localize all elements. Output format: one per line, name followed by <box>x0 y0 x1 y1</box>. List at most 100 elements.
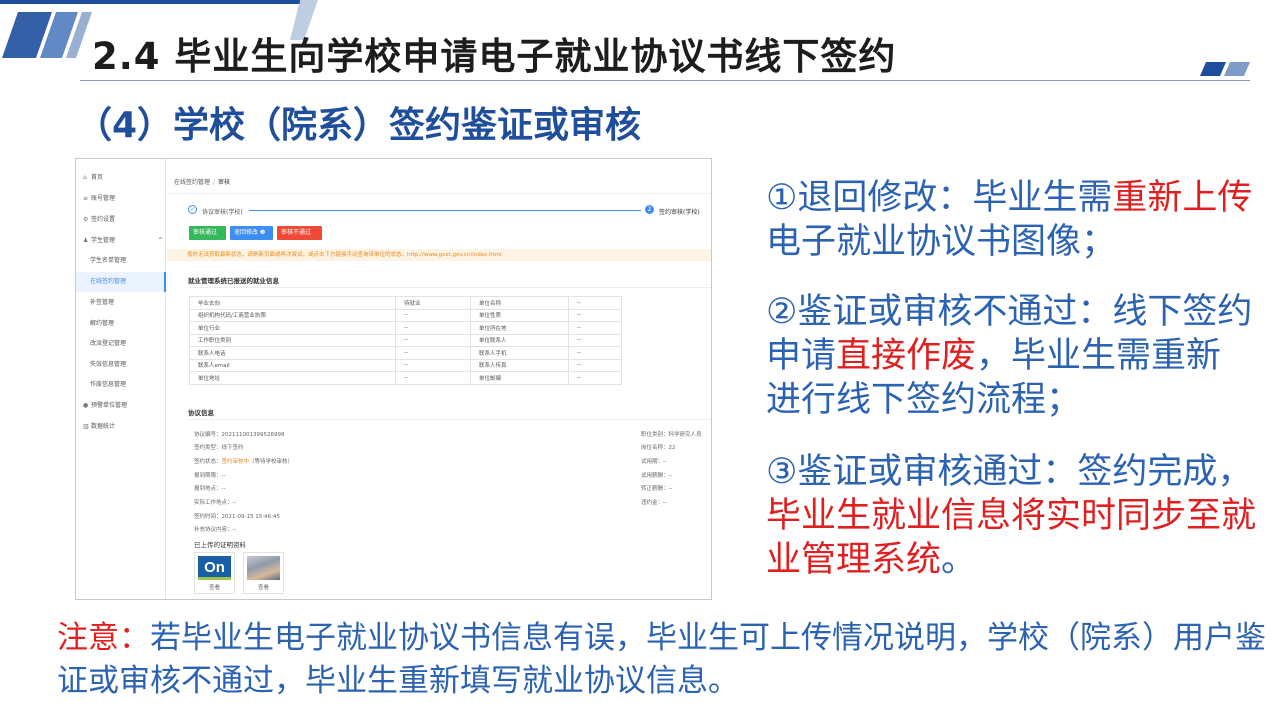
table-cell: 单位地址 <box>189 371 396 385</box>
uploads-title: 已上传的证明资料 <box>194 541 246 549</box>
table-cell: 单位性质 <box>470 308 569 322</box>
return-modify-button[interactable]: 退回修改 ❷ <box>230 226 273 240</box>
sidebar-item-label: 在线签约管理 <box>90 278 127 285</box>
slide-title: 2.4 毕业生向学校申请电子就业协议书线下签约 <box>92 35 897 78</box>
table-cell: 单位名称 <box>470 296 569 310</box>
agreement-field: 协议编号：202111001399526998 <box>194 432 285 438</box>
table-cell: 工作职位类别 <box>189 333 396 347</box>
table-cell: -- <box>568 358 622 372</box>
agreement-field: 试用期：-- <box>641 459 667 465</box>
table-cell: -- <box>568 346 622 360</box>
sidebar-sub-invalid[interactable]: 失效信息管理 <box>90 359 126 371</box>
sidebar-item-sign-settings[interactable]: ⚙ 签约设置 <box>83 214 115 226</box>
sidebar-item-label: 数据统计 <box>91 423 116 430</box>
agreement-field: 报到地点：-- <box>194 486 226 492</box>
section-divider <box>188 287 711 288</box>
point-rejected: ②鉴证或审核不通过：线下签约申请直接作废，毕业生需重新进行线下签约流程； <box>766 292 1253 420</box>
agreement-field: 补充协议内容：-- <box>194 527 237 533</box>
table-cell: 组织机构代码/工商营业执照 <box>189 308 396 322</box>
chevron-up-icon: ^ <box>157 237 163 244</box>
table-cell: 单位联系人 <box>470 333 569 347</box>
table-row: 联系人email -- 联系人传真 -- <box>189 358 622 372</box>
point-return-modify: ①退回修改：毕业生需重新上传电子就业协议书图像； <box>766 178 1253 262</box>
sidebar-sub-reassign[interactable]: 改派登记管理 <box>90 338 126 350</box>
sidebar-sub-online-sign[interactable]: 在线签约管理 <box>76 272 166 292</box>
agreement-field: 签约类型：线下签约 <box>194 445 244 451</box>
sidebar-item-student[interactable]: ♟ 学生管理 ^ <box>83 235 163 247</box>
uploaded-file-card[interactable]: 查看 <box>243 552 284 594</box>
table-cell: 联系人电话 <box>189 346 396 360</box>
table-cell: 联系人email <box>189 358 396 372</box>
sidebar-sub-student-list[interactable]: 学生名单管理 <box>90 255 126 267</box>
warning-banner: 按时无法获取最新状态，请刷新页面或再次尝试，或点击下方链接手动查询该单位的状态。… <box>167 249 711 261</box>
employment-section-title: 就业管理系统已报送的就业信息 <box>188 277 279 285</box>
breadcrumb-current: 审核 <box>218 179 231 186</box>
breadcrumb-separator: / <box>213 179 216 186</box>
sidebar-item-label: 首页 <box>91 174 104 181</box>
table-cell: -- <box>568 308 622 322</box>
note-text: 注意：若毕业生电子就业协议书信息有误，毕业生可上传情况说明，学校（院系）用户鉴证… <box>57 620 1266 699</box>
reject-button[interactable]: 审核不通过 <box>277 226 322 240</box>
note-label: 注意： <box>57 620 150 656</box>
home-icon: ⌂ <box>83 174 87 181</box>
agreement-field: 实际工作地点：-- <box>194 500 237 506</box>
table-cell: -- <box>395 321 471 335</box>
sidebar-sub-supplement[interactable]: 补签管理 <box>90 297 114 309</box>
breadcrumb-divider <box>167 193 711 194</box>
system-screenshot: ⌂ 首页 ≡ 账号管理 ⚙ 签约设置 ♟ 学生管理 ^ 学生名单管理 在线签约管理 补签… <box>75 158 712 600</box>
file-thumbnail <box>247 556 280 580</box>
table-cell: 单位邮编 <box>470 371 569 385</box>
table-cell: 待就业 <box>395 296 471 310</box>
table-cell: -- <box>395 308 471 322</box>
table-cell: -- <box>395 333 471 347</box>
agreement-field: 违约金：-- <box>641 500 667 506</box>
uploaded-file-card[interactable]: On 查看 <box>194 552 235 594</box>
main-panel: 在线签约管理 / 审核 ✓ 协议审核(学校) 2 签约审核(学校) 审核通过 退回修… <box>167 159 711 599</box>
sidebar-sub-terminate[interactable]: 解约管理 <box>90 318 114 330</box>
table-cell: 单位所在地 <box>470 321 569 335</box>
view-link[interactable]: 查看 <box>195 583 234 591</box>
agreement-field: 职位类别：科学研究人员 <box>641 432 702 438</box>
step-1-label: 协议审核(学校) <box>202 209 243 216</box>
table-row: 工作职位类别 -- 单位联系人 -- <box>189 333 622 347</box>
sidebar-sub-void[interactable]: 作废信息管理 <box>90 379 126 391</box>
sidebar-item-label: 学生管理 <box>91 237 116 244</box>
step-connector <box>249 210 641 211</box>
view-link[interactable]: 查看 <box>244 583 283 591</box>
table-cell: -- <box>395 371 471 385</box>
breadcrumb-parent[interactable]: 在线签约管理 <box>174 179 210 186</box>
table-cell: 毕业去向 <box>189 296 396 310</box>
slide-subtitle: （4）学校（院系）签约鉴证或审核 <box>76 105 642 146</box>
approve-button[interactable]: 审核通过 <box>189 226 226 240</box>
sidebar-item-label: 账号管理 <box>91 195 116 202</box>
sidebar: ⌂ 首页 ≡ 账号管理 ⚙ 签约设置 ♟ 学生管理 ^ 学生名单管理 在线签约管理 补签… <box>76 159 166 599</box>
table-cell: -- <box>568 321 622 335</box>
section-divider <box>188 419 711 420</box>
sidebar-item-statistics[interactable]: ▥ 数据统计 <box>83 421 115 433</box>
account-icon: ≡ <box>83 195 89 202</box>
settings-icon: ⚙ <box>83 216 89 223</box>
sidebar-item-alert-unit[interactable]: ● 预警单位管理 <box>83 400 127 412</box>
status-badge: 签约审核中 <box>221 459 250 465</box>
table-cell: -- <box>568 296 622 310</box>
table-cell: 联系人传真 <box>470 358 569 372</box>
agreement-field: 签约时间：2021-09-15 15:46:45 <box>194 514 280 520</box>
file-thumbnail: On <box>198 556 231 580</box>
table-cell: 单位行业 <box>189 321 396 335</box>
table-cell: -- <box>395 346 471 360</box>
table-cell: -- <box>568 371 622 385</box>
agreement-field: 岗位名称：22 <box>641 445 676 451</box>
breadcrumb: 在线签约管理 / 审核 <box>174 177 230 186</box>
agreement-field: 转正薪酬：-- <box>641 486 673 492</box>
table-row: 单位地址 -- 单位邮编 -- <box>189 371 622 385</box>
table-row: 毕业去向 待就业 单位名称 -- <box>189 296 622 310</box>
agreement-field: 报到期限：-- <box>194 473 226 479</box>
agreement-field-status: 签约状态：签约审核中（等待学校审核） <box>194 459 294 465</box>
step-2-label: 签约审核(学校) <box>659 209 700 216</box>
sidebar-item-home[interactable]: ⌂ 首页 <box>83 172 103 184</box>
table-cell: 联系人手机 <box>470 346 569 360</box>
step-2-number: 2 <box>645 205 654 214</box>
agreement-field: 试用薪酬：-- <box>641 473 673 479</box>
sidebar-item-account[interactable]: ≡ 账号管理 <box>83 193 115 205</box>
alert-icon: ● <box>83 402 89 409</box>
